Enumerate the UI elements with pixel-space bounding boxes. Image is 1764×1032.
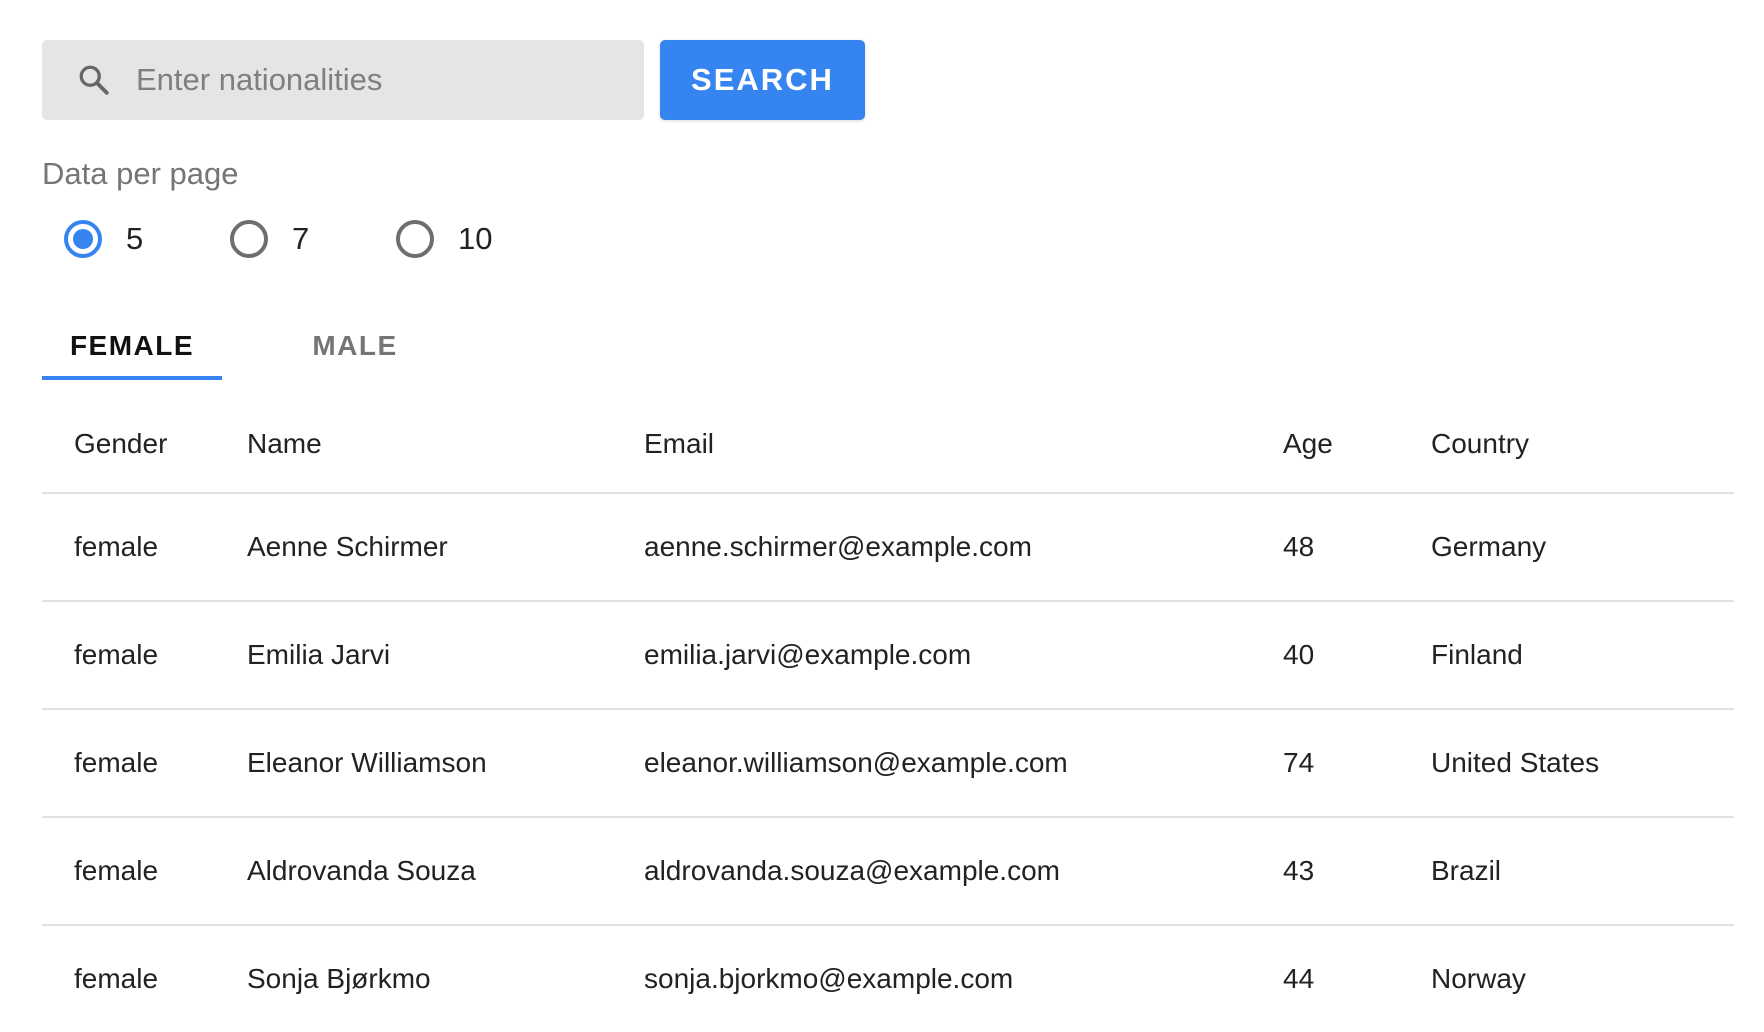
cell-gender: female bbox=[42, 493, 247, 602]
gender-tabs: FEMALE MALE bbox=[42, 318, 466, 380]
cell-gender: female bbox=[42, 709, 247, 818]
cell-email: aldrovanda.souza@example.com bbox=[644, 817, 1283, 926]
tab-male[interactable]: MALE bbox=[222, 318, 466, 380]
table-row: female Eleanor Williamson eleanor.willia… bbox=[42, 709, 1734, 818]
cell-name: Aldrovanda Souza bbox=[247, 817, 644, 926]
cell-name: Sonja Bjørkmo bbox=[247, 963, 431, 994]
users-table: Gender Name Email Age Country female Aen… bbox=[42, 396, 1734, 1032]
search-input[interactable] bbox=[136, 62, 606, 98]
cell-name: Emilia Jarvi bbox=[247, 601, 644, 710]
data-per-page-label: Data per page bbox=[42, 156, 239, 191]
cell-country: Finland bbox=[1431, 601, 1734, 710]
search-button[interactable]: SEARCH bbox=[660, 40, 865, 120]
radio-unselected-icon[interactable] bbox=[396, 220, 434, 258]
column-header-gender: Gender bbox=[42, 396, 247, 494]
cell-age: 43 bbox=[1283, 817, 1431, 926]
cell-name: Eleanor Williamson bbox=[247, 709, 644, 818]
search-icon bbox=[74, 60, 114, 100]
table-row: female Emilia Jarvi emilia.jarvi@example… bbox=[42, 601, 1734, 710]
cell-email: aenne.schirmer@example.com bbox=[644, 493, 1283, 602]
table-row: female Aenne Schirmer aenne.schirmer@exa… bbox=[42, 493, 1734, 602]
cell-gender: female bbox=[42, 817, 247, 926]
column-header-email: Email bbox=[644, 396, 1283, 494]
cell-country: Norway bbox=[1431, 963, 1526, 994]
radio-option-10[interactable]: 10 bbox=[396, 220, 492, 258]
cell-country: United States bbox=[1431, 709, 1734, 818]
column-header-name: Name bbox=[247, 396, 644, 494]
cell-name: Aenne Schirmer bbox=[247, 493, 644, 602]
cell-age: 48 bbox=[1283, 493, 1431, 602]
radio-label-10: 10 bbox=[458, 221, 493, 256]
tab-female[interactable]: FEMALE bbox=[42, 318, 222, 380]
search-field[interactable] bbox=[42, 40, 644, 120]
table-row: female Aldrovanda Souza aldrovanda.souza… bbox=[42, 817, 1734, 926]
radio-option-5[interactable]: 5 bbox=[64, 220, 230, 258]
data-per-page-radio-group: 5 7 10 bbox=[64, 220, 492, 258]
radio-option-7[interactable]: 7 bbox=[230, 220, 396, 258]
radio-unselected-icon[interactable] bbox=[230, 220, 268, 258]
table-row: female Sonja Bjørkmo sonja.bjorkmo@examp… bbox=[42, 925, 1734, 1032]
cell-age: 40 bbox=[1283, 601, 1431, 710]
cell-email: emilia.jarvi@example.com bbox=[644, 601, 1283, 710]
cell-gender: female bbox=[74, 963, 159, 994]
search-bar: SEARCH bbox=[42, 40, 865, 120]
radio-label-7: 7 bbox=[292, 221, 310, 256]
cell-age: 44 bbox=[1283, 963, 1315, 994]
cell-email: eleanor.williamson@example.com bbox=[644, 709, 1283, 818]
cell-country: Germany bbox=[1431, 493, 1734, 602]
cell-country: Brazil bbox=[1431, 817, 1734, 926]
cell-gender: female bbox=[42, 601, 247, 710]
cell-email: sonja.bjorkmo@example.com bbox=[644, 963, 1014, 994]
table-header-row: Gender Name Email Age Country bbox=[42, 396, 1734, 494]
radio-label-5: 5 bbox=[126, 221, 144, 256]
radio-dot bbox=[73, 229, 93, 249]
cell-age: 74 bbox=[1283, 709, 1431, 818]
radio-selected-icon[interactable] bbox=[64, 220, 102, 258]
column-header-country: Country bbox=[1431, 396, 1734, 494]
column-header-age: Age bbox=[1283, 396, 1431, 494]
